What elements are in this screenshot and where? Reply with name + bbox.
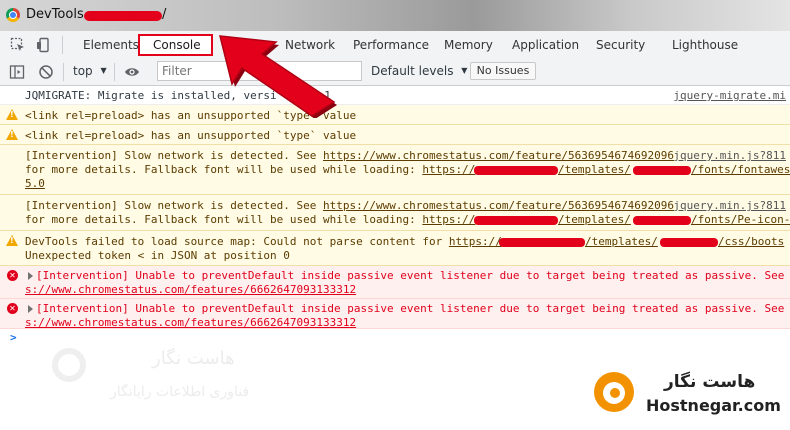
tab-lighthouse[interactable]: Lighthouse bbox=[672, 38, 738, 52]
message-link[interactable]: https:// bbox=[422, 213, 475, 226]
message-source-link[interactable]: jquery-migrate.mi bbox=[673, 89, 786, 102]
window-titlebar: DevTools - / bbox=[0, 0, 790, 31]
redacted-domain bbox=[474, 216, 558, 225]
context-selector[interactable]: top ▼ bbox=[73, 64, 107, 78]
watermark-logo bbox=[52, 348, 86, 382]
message-text-part: for more details. Fallback font will be … bbox=[25, 163, 423, 176]
message-link[interactable]: /templates/ bbox=[558, 213, 631, 226]
log-levels-label: Default levels bbox=[371, 64, 454, 78]
warning-icon bbox=[6, 129, 18, 140]
message-link[interactable]: /templates/ bbox=[585, 235, 658, 248]
console-message-warning: DevTools failed to load source map: Coul… bbox=[0, 231, 790, 266]
message-text: DevTools failed to load source map: Coul… bbox=[25, 235, 502, 248]
message-link[interactable]: 5.0 bbox=[25, 177, 45, 190]
message-text: [Intervention] Unable to preventDefault … bbox=[36, 302, 785, 315]
warning-icon bbox=[6, 235, 18, 246]
brand-name-fa: هاست نگار bbox=[664, 372, 756, 392]
message-link[interactable]: /fonts/fontawes bbox=[691, 163, 790, 176]
console-message-error: ✕ [Intervention] Unable to preventDefaul… bbox=[0, 266, 790, 299]
console-prompt-icon[interactable]: > bbox=[10, 331, 17, 344]
context-selector-value: top bbox=[73, 64, 93, 78]
tab-memory[interactable]: Memory bbox=[444, 38, 493, 52]
redacted-domain bbox=[633, 166, 691, 175]
expand-triangle-icon[interactable] bbox=[28, 272, 33, 280]
tab-console-label: Console bbox=[153, 38, 201, 52]
watermark-text: هاست نگار bbox=[152, 348, 235, 369]
chevron-down-icon: ▼ bbox=[100, 66, 107, 75]
message-text-part: [Intervention] Slow network is detected.… bbox=[25, 199, 324, 212]
redacted-domain bbox=[660, 238, 718, 247]
message-source-link[interactable]: jquery.min.js?811 bbox=[673, 199, 786, 212]
error-icon: ✕ bbox=[7, 270, 18, 281]
message-link[interactable]: https://www.chromestatus.com/feature/563… bbox=[323, 149, 674, 162]
error-icon: ✕ bbox=[7, 303, 18, 314]
brand-logo-block: هاست نگار Hostnegar.com bbox=[578, 358, 790, 430]
window-title: DevTools - bbox=[26, 7, 93, 22]
tab-security[interactable]: Security bbox=[596, 38, 645, 52]
message-text: <link rel=preload> has an unsupported `t… bbox=[25, 129, 357, 142]
watermark-subtext: فناوری اطلاعات رایانگار bbox=[110, 384, 250, 400]
tab-console[interactable]: Console bbox=[138, 34, 213, 56]
message-text-part: [Intervention] Slow network is detected.… bbox=[25, 149, 324, 162]
toolbar-divider bbox=[63, 63, 64, 81]
message-link[interactable]: https:// bbox=[449, 235, 502, 248]
live-expression-eye-icon[interactable] bbox=[124, 64, 140, 80]
message-source-link[interactable]: jquery.min.js?811 bbox=[673, 149, 786, 162]
chrome-logo-icon bbox=[6, 8, 20, 22]
devtools-tabbar: Elements Network Performance Memory Appl… bbox=[0, 31, 790, 60]
hostnegar-logo-icon bbox=[594, 372, 634, 412]
console-message-warning: <link rel=preload> has an unsupported `t… bbox=[0, 105, 790, 125]
tab-application[interactable]: Application bbox=[512, 38, 579, 52]
tabbar-divider bbox=[62, 36, 63, 54]
message-link[interactable]: /templates/ bbox=[558, 163, 631, 176]
console-message-warning: [Intervention] Slow network is detected.… bbox=[0, 195, 790, 231]
console-message-error: ✕ [Intervention] Unable to preventDefaul… bbox=[0, 299, 790, 329]
redacted-domain bbox=[499, 238, 585, 247]
message-link[interactable]: s://www.chromestatus.com/features/666264… bbox=[25, 316, 356, 329]
console-message-warning: [Intervention] Slow network is detected.… bbox=[0, 145, 790, 195]
message-text: for more details. Fallback font will be … bbox=[25, 163, 475, 176]
annotation-arrow-icon bbox=[219, 35, 337, 118]
inspect-element-icon[interactable] bbox=[10, 37, 26, 53]
message-text-part: for more details. Fallback font will be … bbox=[25, 213, 423, 226]
issues-button[interactable]: No Issues bbox=[470, 62, 536, 80]
redacted-domain bbox=[633, 216, 691, 225]
console-toolbar: top ▼ Default levels ▼ No Issues bbox=[0, 59, 790, 86]
message-text: [Intervention] Unable to preventDefault … bbox=[36, 269, 785, 282]
tab-elements[interactable]: Elements bbox=[83, 38, 139, 52]
log-levels-dropdown[interactable]: Default levels ▼ bbox=[371, 64, 467, 78]
redacted-domain bbox=[84, 11, 162, 21]
message-text-part: DevTools failed to load source map: Coul… bbox=[25, 235, 449, 248]
message-link[interactable]: s://www.chromestatus.com/features/666264… bbox=[25, 283, 356, 296]
chevron-down-icon: ▼ bbox=[461, 66, 468, 75]
device-toolbar-icon[interactable] bbox=[36, 37, 52, 53]
brand-name-en: Hostnegar.com bbox=[646, 396, 781, 415]
message-link[interactable]: /fonts/Pe-icon- bbox=[691, 213, 790, 226]
console-message-warning: <link rel=preload> has an unsupported `t… bbox=[0, 125, 790, 145]
console-message-info: JQMIGRATE: Migrate is installed, versi 4… bbox=[0, 86, 790, 105]
message-link[interactable]: https:// bbox=[422, 163, 475, 176]
window-title-suffix: / bbox=[162, 7, 167, 22]
redacted-domain bbox=[474, 166, 558, 175]
clear-console-icon[interactable] bbox=[38, 64, 54, 80]
expand-triangle-icon[interactable] bbox=[28, 305, 33, 313]
warning-icon bbox=[6, 109, 18, 120]
message-text: for more details. Fallback font will be … bbox=[25, 213, 475, 226]
tab-performance[interactable]: Performance bbox=[353, 38, 429, 52]
message-text: Unexpected token < in JSON at position 0 bbox=[25, 249, 290, 262]
sidebar-toggle-icon[interactable] bbox=[9, 64, 25, 80]
message-link[interactable]: https://www.chromestatus.com/feature/563… bbox=[323, 199, 674, 212]
message-text: [Intervention] Slow network is detected.… bbox=[25, 149, 674, 162]
toolbar-divider bbox=[114, 63, 115, 81]
message-text: [Intervention] Slow network is detected.… bbox=[25, 199, 674, 212]
message-link[interactable]: /css/boots bbox=[718, 235, 784, 248]
